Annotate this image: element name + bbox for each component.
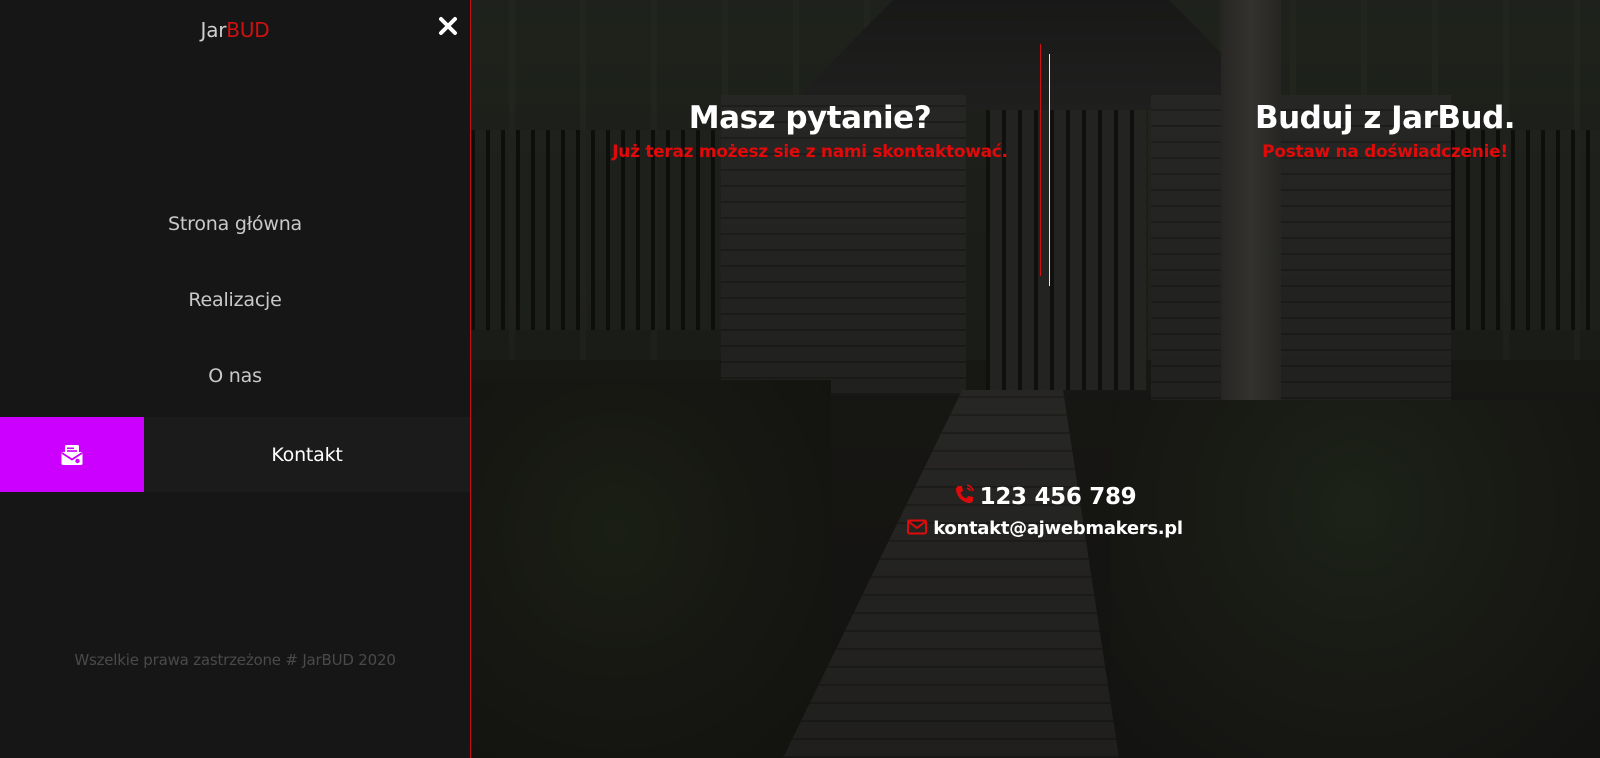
- contact-card-icon: [61, 444, 83, 465]
- hero-left-title: Masz pytanie?: [688, 100, 932, 136]
- phone-number: 123 456 789: [979, 484, 1137, 510]
- menu-item-label: Realizacje: [188, 288, 282, 311]
- close-menu-button[interactable]: [436, 14, 460, 38]
- email-address: kontakt@ajwebmakers.pl: [933, 518, 1183, 539]
- side-menu: JarBUD Strona główna Realizacje O nas Ko…: [0, 0, 471, 758]
- menu-item-home[interactable]: Strona główna: [0, 186, 470, 261]
- hero-right-block: Buduj z JarBud. Postaw na doświadczenie!: [1200, 98, 1570, 164]
- contact-phone-link[interactable]: 123 456 789: [945, 484, 1145, 510]
- envelope-icon: [907, 519, 928, 539]
- menu-item-about[interactable]: O nas: [0, 338, 470, 413]
- logo-text-jar: Jar: [200, 18, 227, 42]
- menu-item-label: O nas: [208, 364, 262, 387]
- page: Masz pytanie? Już teraz możesz sie z nam…: [0, 0, 1600, 758]
- menu-item-label: Strona główna: [168, 212, 302, 235]
- divider-white: [1049, 54, 1050, 286]
- divider-red: [1040, 44, 1041, 276]
- logo-text-bud: BUD: [226, 18, 270, 42]
- copyright-text: Wszelkie prawa zastrzeżone # JarBUD 2020: [74, 651, 396, 669]
- hero-left-block: Masz pytanie? Już teraz możesz sie z nam…: [600, 98, 1020, 164]
- menu-item-icon-box: [0, 417, 144, 492]
- hero-right-title: Buduj z JarBud.: [1254, 100, 1516, 136]
- close-icon: [439, 17, 457, 35]
- menu-item-label: Kontakt: [271, 443, 343, 466]
- menu-item-contact[interactable]: Kontakt: [0, 417, 470, 492]
- menu-item-projects[interactable]: Realizacje: [0, 262, 470, 337]
- phone-icon: [954, 484, 974, 510]
- logo[interactable]: JarBUD: [0, 18, 470, 42]
- hero-right-subtitle: Postaw na doświadczenie!: [1262, 142, 1508, 162]
- contact-email-link[interactable]: kontakt@ajwebmakers.pl: [895, 518, 1195, 539]
- hero-left-subtitle: Już teraz możesz sie z nami skontaktować…: [612, 142, 1008, 162]
